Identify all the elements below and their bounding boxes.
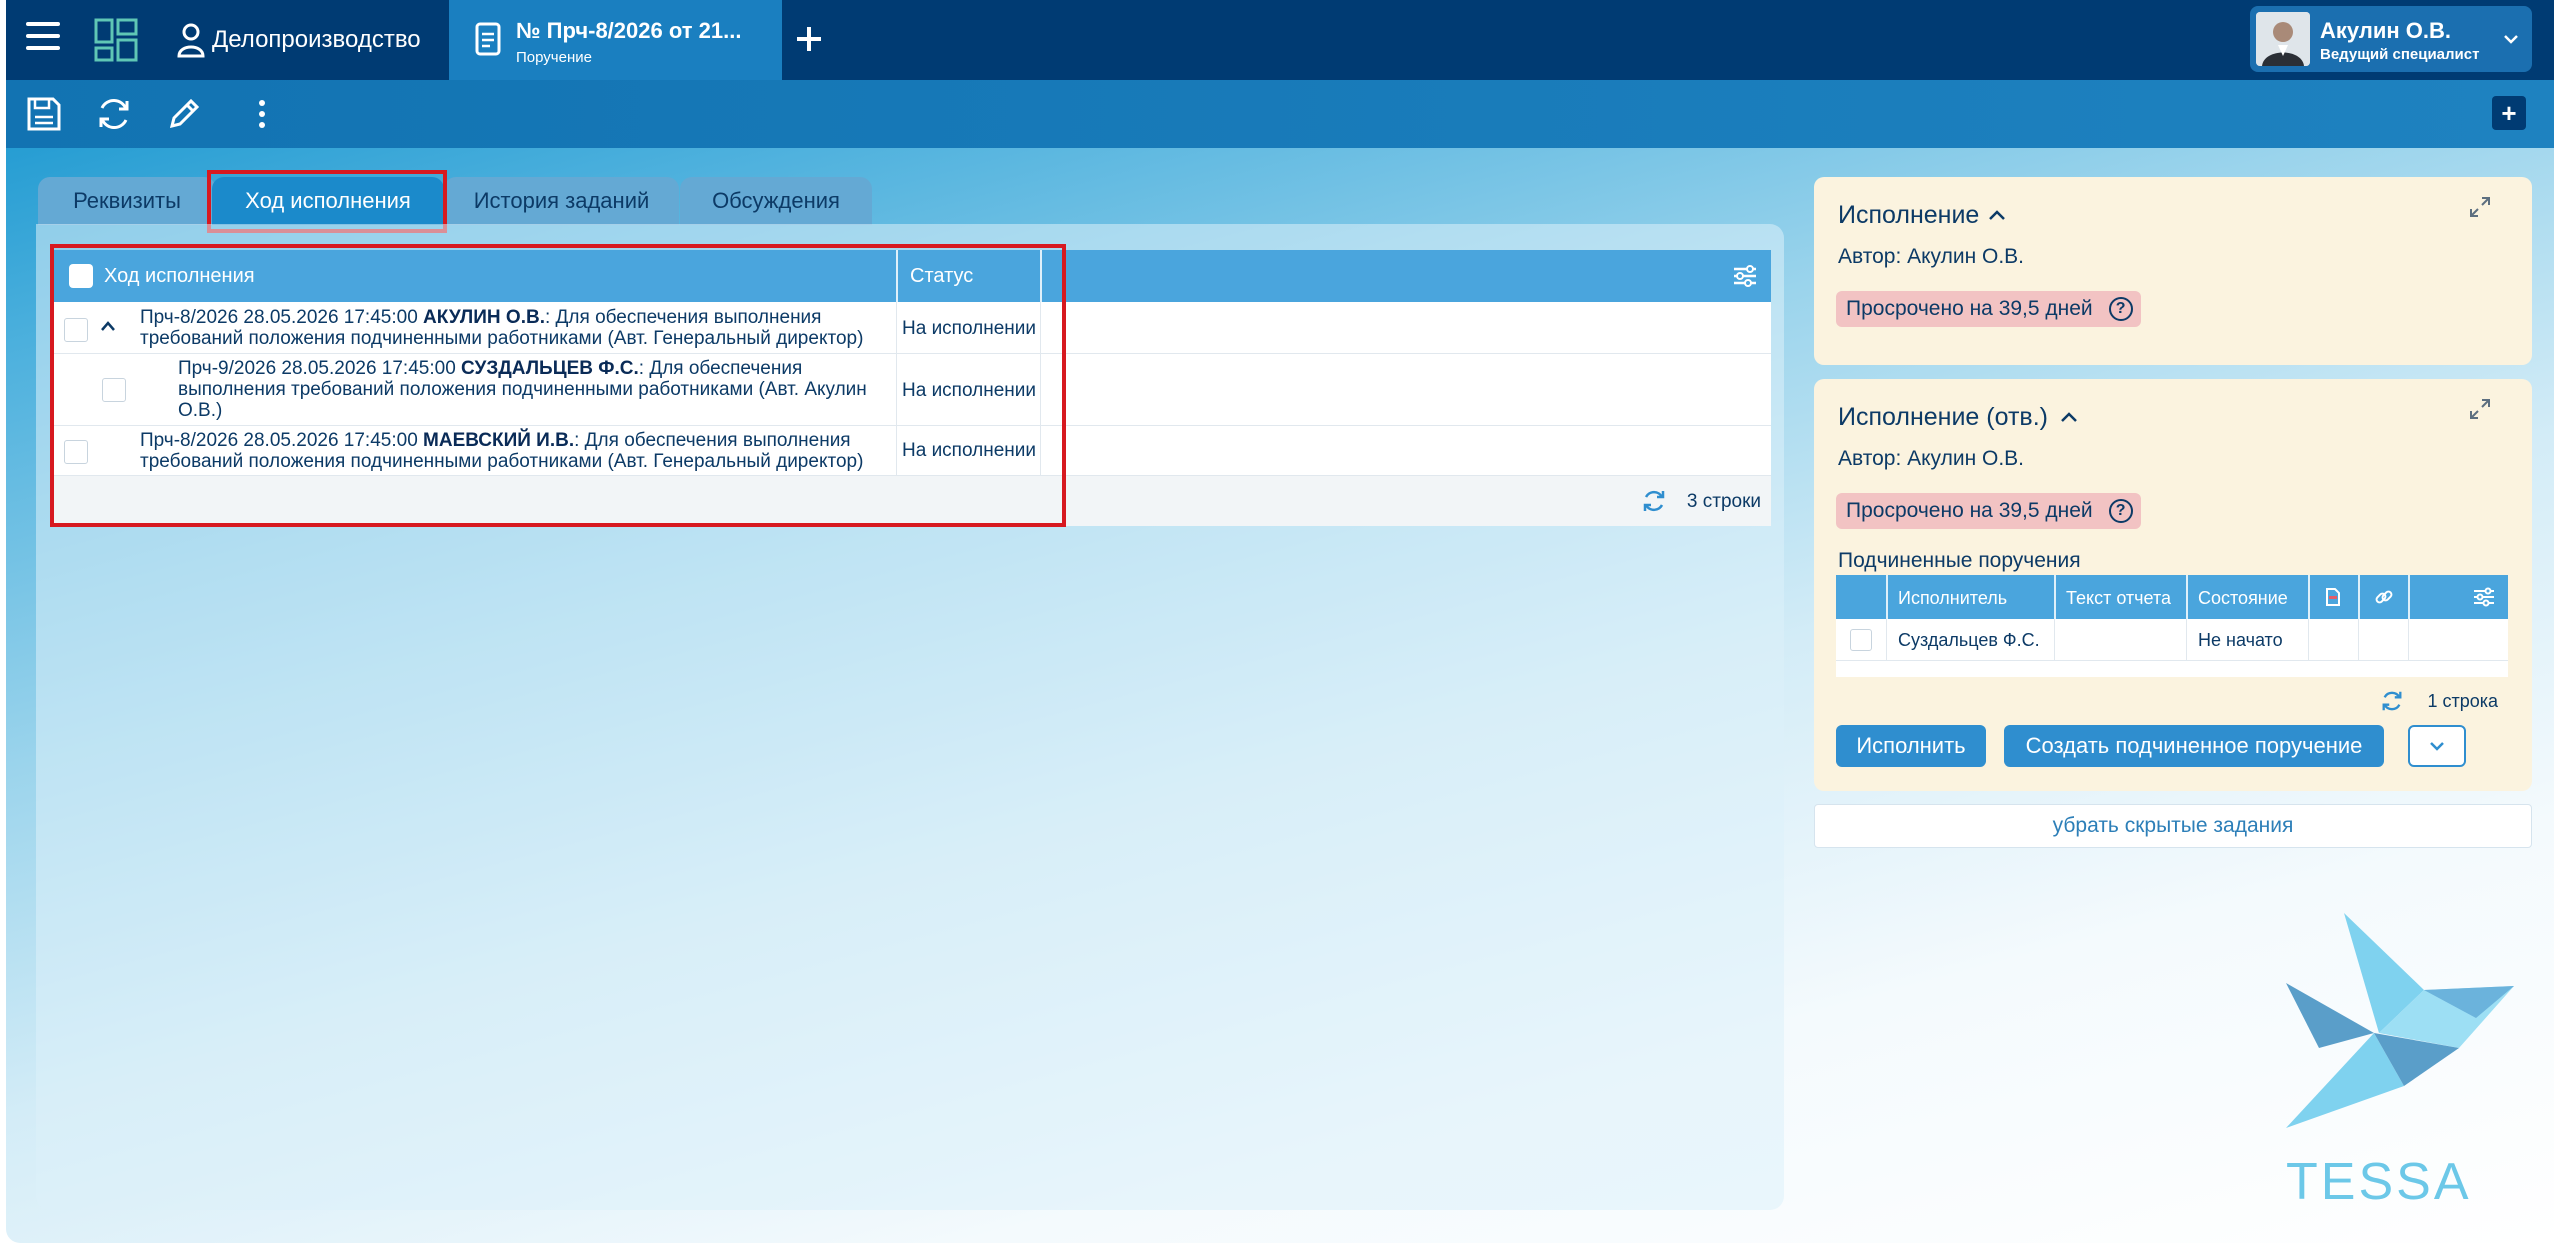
execute-button[interactable]: Исполнить bbox=[1836, 725, 1986, 767]
subordinate-grid-header: Исполнитель Текст отчета Состояние bbox=[1836, 575, 2508, 619]
user-menu[interactable]: Акулин О.В. Ведущий специалист bbox=[2250, 6, 2532, 72]
row-count: 1 строка bbox=[2427, 691, 2498, 711]
refresh-icon[interactable] bbox=[1641, 488, 1667, 514]
user-role: Ведущий специалист bbox=[2320, 46, 2480, 63]
row-checkbox[interactable] bbox=[1850, 629, 1872, 651]
user-name: Акулин О.В. bbox=[2320, 18, 2451, 43]
workplaces-icon[interactable] bbox=[94, 18, 138, 62]
column-header-executor[interactable]: Исполнитель bbox=[1898, 588, 2007, 609]
card-title[interactable]: Исполнение bbox=[1838, 201, 1979, 230]
workplace-title[interactable]: Делопроизводство bbox=[212, 26, 421, 54]
overdue-text: Просрочено на 39,5 дней bbox=[1846, 499, 2093, 522]
overdue-text: Просрочено на 39,5 дней bbox=[1846, 297, 2093, 320]
more-actions-dropdown[interactable] bbox=[2408, 725, 2466, 767]
grid-highlight bbox=[50, 244, 1066, 527]
refresh-icon[interactable] bbox=[2380, 689, 2404, 713]
execution-resp-card: Исполнение (отв.) Автор: Акулин О.В. Про… bbox=[1814, 379, 2532, 791]
overdue-badge: Просрочено на 39,5 дней ? bbox=[1836, 493, 2141, 529]
executor-cell: Суздальцев Ф.С. bbox=[1898, 630, 2040, 650]
document-tab-title: № Прч-8/2026 от 21... bbox=[516, 18, 742, 43]
edit-icon[interactable] bbox=[164, 94, 204, 134]
table-row[interactable]: Суздальцев Ф.С. Не начато bbox=[1836, 619, 2508, 661]
refresh-icon[interactable] bbox=[94, 94, 134, 134]
tab-requisites[interactable]: Реквизиты bbox=[38, 177, 216, 225]
save-icon[interactable] bbox=[24, 94, 64, 134]
overdue-badge: Просрочено на 39,5 дней ? bbox=[1836, 291, 2141, 327]
column-header-report[interactable]: Текст отчета bbox=[2066, 588, 2171, 609]
expand-icon[interactable] bbox=[2468, 397, 2492, 421]
chevron-down-icon[interactable] bbox=[2502, 30, 2520, 48]
hide-tasks-link[interactable]: убрать скрытые задания bbox=[1814, 804, 2532, 848]
app-window: Делопроизводство № Прч-8/2026 от 21... П… bbox=[6, 0, 2554, 1243]
help-icon[interactable]: ? bbox=[2108, 297, 2133, 321]
user-outline-icon bbox=[177, 23, 205, 58]
link-icon[interactable] bbox=[2374, 587, 2394, 607]
create-subordinate-button[interactable]: Создать подчиненное поручение bbox=[2004, 725, 2384, 767]
help-icon[interactable]: ? bbox=[2108, 499, 2133, 523]
subordinate-title: Подчиненные поручения bbox=[1838, 549, 2081, 572]
card-title[interactable]: Исполнение (отв.) bbox=[1838, 403, 2048, 432]
document-icon bbox=[475, 22, 501, 56]
avatar bbox=[2256, 12, 2310, 66]
column-header-state[interactable]: Состояние bbox=[2198, 588, 2288, 609]
chevron-down-icon bbox=[2430, 742, 2444, 751]
more-icon[interactable] bbox=[242, 94, 282, 134]
chevron-up-icon[interactable] bbox=[1988, 209, 2006, 221]
plus-icon[interactable] bbox=[794, 24, 824, 54]
execution-card: Исполнение Автор: Акулин О.В. Просрочено… bbox=[1814, 177, 2532, 365]
document-tab-subtitle: Поручение bbox=[516, 49, 592, 66]
file-icon[interactable] bbox=[2324, 587, 2342, 607]
author-label: Автор: Акулин О.В. bbox=[1838, 447, 2025, 470]
menu-icon[interactable] bbox=[26, 22, 60, 56]
state-cell: Не начато bbox=[2198, 630, 2283, 650]
subordinate-grid-footer: 1 строка bbox=[1836, 677, 2508, 725]
tessa-bird-logo bbox=[2286, 913, 2514, 1128]
document-tab[interactable]: № Прч-8/2026 от 21... Поручение bbox=[449, 0, 782, 80]
row-count: 3 строки bbox=[1686, 491, 1761, 512]
expand-icon[interactable] bbox=[2468, 195, 2492, 219]
column-settings-icon[interactable] bbox=[1731, 262, 1759, 290]
author-label: Автор: Акулин О.В. bbox=[1838, 245, 2025, 268]
tab-task-history[interactable]: История заданий bbox=[444, 177, 679, 225]
tessa-logo-text: TESSA bbox=[2286, 1153, 2472, 1211]
column-settings-icon[interactable] bbox=[2472, 585, 2496, 609]
tab-discussions[interactable]: Обсуждения bbox=[680, 177, 872, 225]
top-bar: Делопроизводство № Прч-8/2026 от 21... П… bbox=[6, 0, 2554, 80]
add-button[interactable]: + bbox=[2492, 96, 2526, 130]
chevron-up-icon[interactable] bbox=[2060, 411, 2078, 423]
toolbar: + bbox=[6, 80, 2554, 148]
subordinate-grid: Исполнитель Текст отчета Состояние Сузда… bbox=[1836, 575, 2508, 677]
